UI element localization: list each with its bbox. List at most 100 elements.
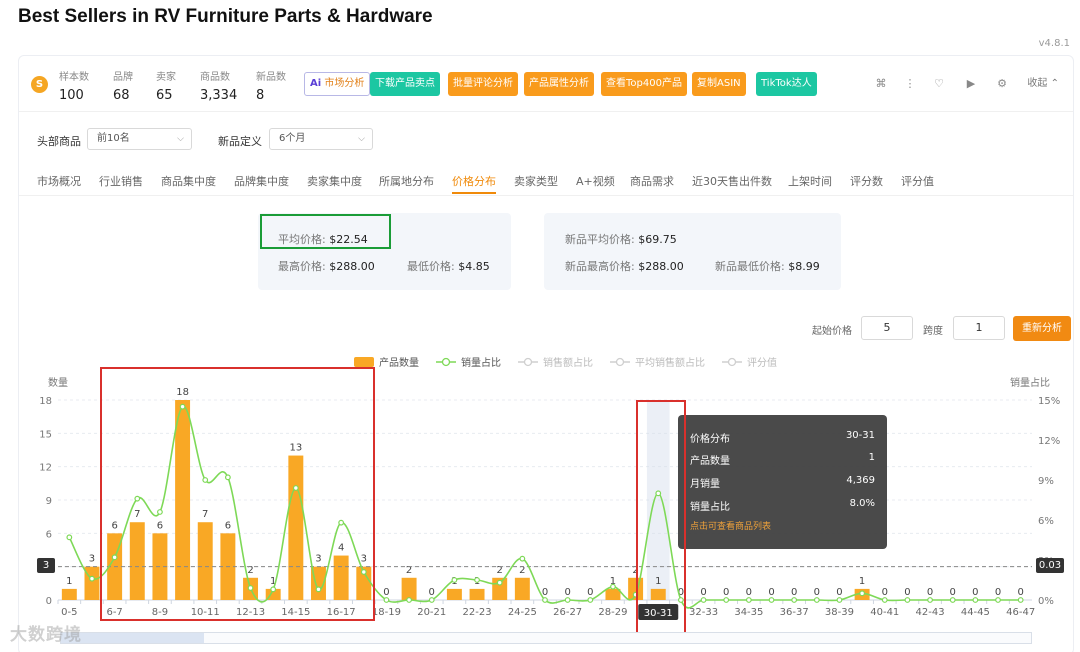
line-point bbox=[972, 597, 979, 603]
watermark-logo: 大数跨境 bbox=[10, 625, 82, 645]
bar-value-label: 0 bbox=[927, 587, 933, 598]
y-right-tick-label: 12% bbox=[1038, 436, 1060, 447]
tooltip-label: 价格分布 bbox=[690, 434, 730, 445]
line-point bbox=[406, 597, 412, 603]
legend-label: 平均销售额占比 bbox=[635, 356, 705, 369]
line-point bbox=[542, 597, 548, 603]
x-tick-label: 20-21 bbox=[417, 607, 446, 618]
tooltip-value: 8.0% bbox=[849, 498, 875, 509]
x-tick-label: 46-47 bbox=[1006, 607, 1035, 618]
tooltip-label: 产品数量 bbox=[690, 456, 730, 467]
legend-label: 销量占比 bbox=[461, 356, 501, 369]
legend-swatch-point bbox=[441, 357, 451, 367]
tooltip-label: 销量占比 bbox=[690, 502, 730, 513]
y-right-tick-label: 0% bbox=[1038, 596, 1054, 607]
y-right-tick-label: 15% bbox=[1038, 396, 1060, 407]
bar-value-label: 0 bbox=[723, 587, 729, 598]
line-point bbox=[383, 597, 390, 603]
line-point bbox=[564, 597, 571, 603]
line-point bbox=[700, 597, 707, 603]
line-point bbox=[610, 583, 616, 590]
legend-swatch-point bbox=[615, 357, 625, 367]
bar-value-label: 3 bbox=[89, 554, 95, 565]
line-point bbox=[66, 534, 73, 541]
bar bbox=[446, 588, 462, 600]
bar-value-label: 0 bbox=[383, 587, 389, 598]
y-tick-label: 9 bbox=[46, 496, 52, 507]
tooltip-row-sales-share: 销量占比 8.0% bbox=[690, 498, 875, 513]
line-point bbox=[89, 575, 95, 582]
right-axis-title: 销量占比 bbox=[1010, 376, 1050, 389]
legend-swatch-point bbox=[727, 357, 737, 367]
line-point bbox=[859, 590, 866, 597]
right-axis-marker: 0.03 bbox=[1036, 558, 1064, 573]
bar-value-label: 0 bbox=[700, 587, 706, 598]
x-tick-label: 0-5 bbox=[61, 607, 77, 618]
x-tick-label: 44-45 bbox=[961, 607, 990, 618]
line-point bbox=[519, 555, 526, 562]
bar-value-label: 0 bbox=[904, 587, 910, 598]
bar-value-label: 0 bbox=[836, 587, 842, 598]
tooltip-label: 月销量 bbox=[690, 479, 720, 490]
bar-value-label: 0 bbox=[587, 587, 593, 598]
line-point bbox=[791, 597, 798, 603]
line-point bbox=[768, 597, 775, 603]
bar-value-label: 0 bbox=[791, 587, 797, 598]
bar bbox=[401, 577, 417, 600]
tooltip-value: 4,369 bbox=[846, 475, 875, 486]
tooltip-row-product-count: 产品数量 1 bbox=[690, 452, 875, 467]
line-point bbox=[949, 597, 956, 603]
bar-value-label: 0 bbox=[814, 587, 820, 598]
bar bbox=[605, 588, 621, 600]
tooltip-value: 1 bbox=[868, 452, 875, 463]
bar bbox=[514, 577, 530, 600]
x-tick-label: 26-27 bbox=[553, 607, 582, 618]
line-point bbox=[927, 597, 933, 603]
line-point bbox=[745, 597, 752, 603]
line-point bbox=[1017, 597, 1024, 603]
x-tick-label: 28-29 bbox=[598, 607, 627, 618]
y-tick-label: 6 bbox=[46, 529, 52, 540]
bar-value-label: 0 bbox=[995, 587, 1001, 598]
left-axis-title: 数量 bbox=[48, 376, 68, 389]
x-tick-label: 22-23 bbox=[463, 607, 492, 618]
bar bbox=[469, 588, 485, 600]
line-point bbox=[881, 597, 888, 603]
y-right-tick-label: 9% bbox=[1038, 476, 1054, 487]
y-right-tick-label: 6% bbox=[1038, 516, 1054, 527]
legend-swatch-point bbox=[523, 357, 533, 367]
legend-label: 评分值 bbox=[747, 356, 777, 369]
scrollbar-thumb[interactable] bbox=[61, 633, 204, 643]
line-point bbox=[995, 597, 1001, 603]
line-point bbox=[723, 597, 730, 603]
line-point bbox=[904, 597, 911, 603]
bar-value-label: 0 bbox=[882, 587, 888, 598]
tooltip-value: 30-31 bbox=[845, 430, 875, 441]
chart-zoom-scrollbar[interactable] bbox=[60, 632, 1032, 644]
y-tick-label: 0 bbox=[46, 596, 52, 607]
outlier-highlight-box bbox=[636, 400, 686, 636]
bar-value-label: 1 bbox=[66, 576, 72, 587]
tooltip-row-monthly-sales: 月销量 4,369 bbox=[690, 475, 875, 490]
bar-value-label: 0 bbox=[429, 587, 435, 598]
line-point bbox=[813, 597, 820, 603]
x-tick-label: 38-39 bbox=[825, 607, 854, 618]
line-point bbox=[474, 577, 480, 583]
hover-tooltip: 价格分布 30-31 产品数量 1 月销量 4,369 销量占比 8.0% 点击… bbox=[678, 415, 887, 549]
legend-label: 产品数量 bbox=[379, 356, 419, 369]
bar-value-label: 0 bbox=[564, 587, 570, 598]
x-tick-label: 18-19 bbox=[372, 607, 401, 618]
x-tick-label: 36-37 bbox=[780, 607, 809, 618]
line-point bbox=[836, 597, 843, 603]
tooltip-view-products-link[interactable]: 点击可查看商品列表 bbox=[690, 519, 771, 532]
left-cluster-highlight-box bbox=[100, 367, 375, 621]
line-point bbox=[451, 577, 458, 583]
y-tick-label: 15 bbox=[39, 429, 52, 440]
x-tick-label: 40-41 bbox=[870, 607, 899, 618]
y-tick-label: 12 bbox=[39, 463, 52, 474]
bar bbox=[61, 588, 77, 600]
line-point bbox=[587, 597, 594, 603]
bar-value-label: 0 bbox=[950, 587, 956, 598]
bar-value-label: 0 bbox=[972, 587, 978, 598]
bar-value-label: 1 bbox=[859, 576, 865, 587]
